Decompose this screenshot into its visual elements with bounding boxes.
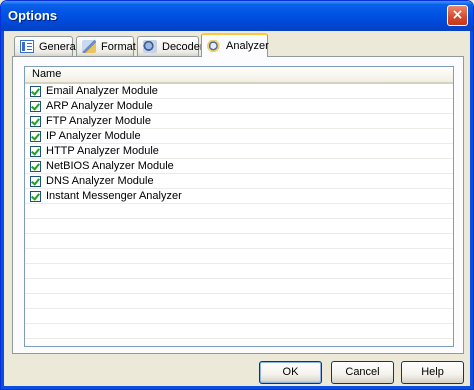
module-checkbox[interactable] (30, 145, 41, 157)
empty-row (25, 249, 453, 264)
general-icon (20, 40, 34, 53)
empty-row (25, 324, 453, 339)
cancel-button[interactable]: Cancel (331, 361, 394, 384)
module-label: FTP Analyzer Module (46, 115, 151, 127)
frame-bottom (1, 386, 473, 389)
empty-row (25, 204, 453, 219)
format-icon (82, 40, 96, 53)
empty-rows (25, 204, 453, 339)
module-label: Email Analyzer Module (46, 85, 158, 97)
module-checkbox[interactable] (30, 160, 41, 172)
module-checkbox[interactable] (30, 115, 41, 127)
decoder-icon (143, 40, 157, 53)
window-title: Options (8, 8, 58, 23)
tab-format[interactable]: Format (76, 36, 136, 56)
analyzer-tab-panel: Name Email Analyzer Module ARP Analyzer … (12, 56, 464, 354)
tab-decoder[interactable]: Decoder (137, 36, 204, 56)
module-label: DNS Analyzer Module (46, 175, 154, 187)
list-item[interactable]: IP Analyzer Module (25, 129, 453, 144)
empty-row (25, 234, 453, 249)
empty-row (25, 309, 453, 324)
module-label: ARP Analyzer Module (46, 100, 153, 112)
frame-left (1, 31, 4, 389)
module-checkbox[interactable] (30, 85, 41, 97)
tab-format-label: Format (101, 40, 136, 53)
module-checkbox[interactable] (30, 190, 41, 202)
module-label: Instant Messenger Analyzer (46, 190, 182, 202)
list-item[interactable]: Email Analyzer Module (25, 84, 453, 99)
analyzer-module-list[interactable]: Name Email Analyzer Module ARP Analyzer … (24, 66, 454, 347)
list-item[interactable]: Instant Messenger Analyzer (25, 189, 453, 204)
tab-general[interactable]: General (14, 36, 78, 56)
column-header-name[interactable]: Name (25, 67, 453, 82)
list-item[interactable]: ARP Analyzer Module (25, 99, 453, 114)
title-bar[interactable]: Options × (1, 1, 473, 31)
list-item[interactable]: NetBIOS Analyzer Module (25, 159, 453, 174)
module-checkbox[interactable] (30, 130, 41, 142)
empty-row (25, 279, 453, 294)
options-dialog: Options × General Format Decoder Analyze… (0, 0, 474, 390)
list-item[interactable]: FTP Analyzer Module (25, 114, 453, 129)
column-separator[interactable] (453, 69, 454, 81)
analyzer-icon (207, 39, 221, 53)
list-header: Name (25, 67, 453, 84)
module-label: HTTP Analyzer Module (46, 145, 159, 157)
empty-row (25, 294, 453, 309)
close-icon: × (451, 7, 464, 23)
list-item[interactable]: DNS Analyzer Module (25, 174, 453, 189)
tab-general-label: General (39, 40, 79, 53)
tab-analyzer-label: Analyzer (226, 40, 269, 52)
module-label: IP Analyzer Module (46, 130, 141, 142)
help-button[interactable]: Help (401, 361, 464, 384)
tab-decoder-label: Decoder (162, 40, 204, 53)
empty-row (25, 264, 453, 279)
list-item[interactable]: HTTP Analyzer Module (25, 144, 453, 159)
close-button[interactable]: × (447, 5, 468, 26)
empty-row (25, 219, 453, 234)
module-checkbox[interactable] (30, 100, 41, 112)
list-rows: Email Analyzer Module ARP Analyzer Modul… (25, 84, 453, 204)
frame-right (470, 31, 473, 389)
module-label: NetBIOS Analyzer Module (46, 160, 174, 172)
tab-analyzer[interactable]: Analyzer (201, 33, 269, 57)
ok-button[interactable]: OK (259, 361, 322, 384)
module-checkbox[interactable] (30, 175, 41, 187)
